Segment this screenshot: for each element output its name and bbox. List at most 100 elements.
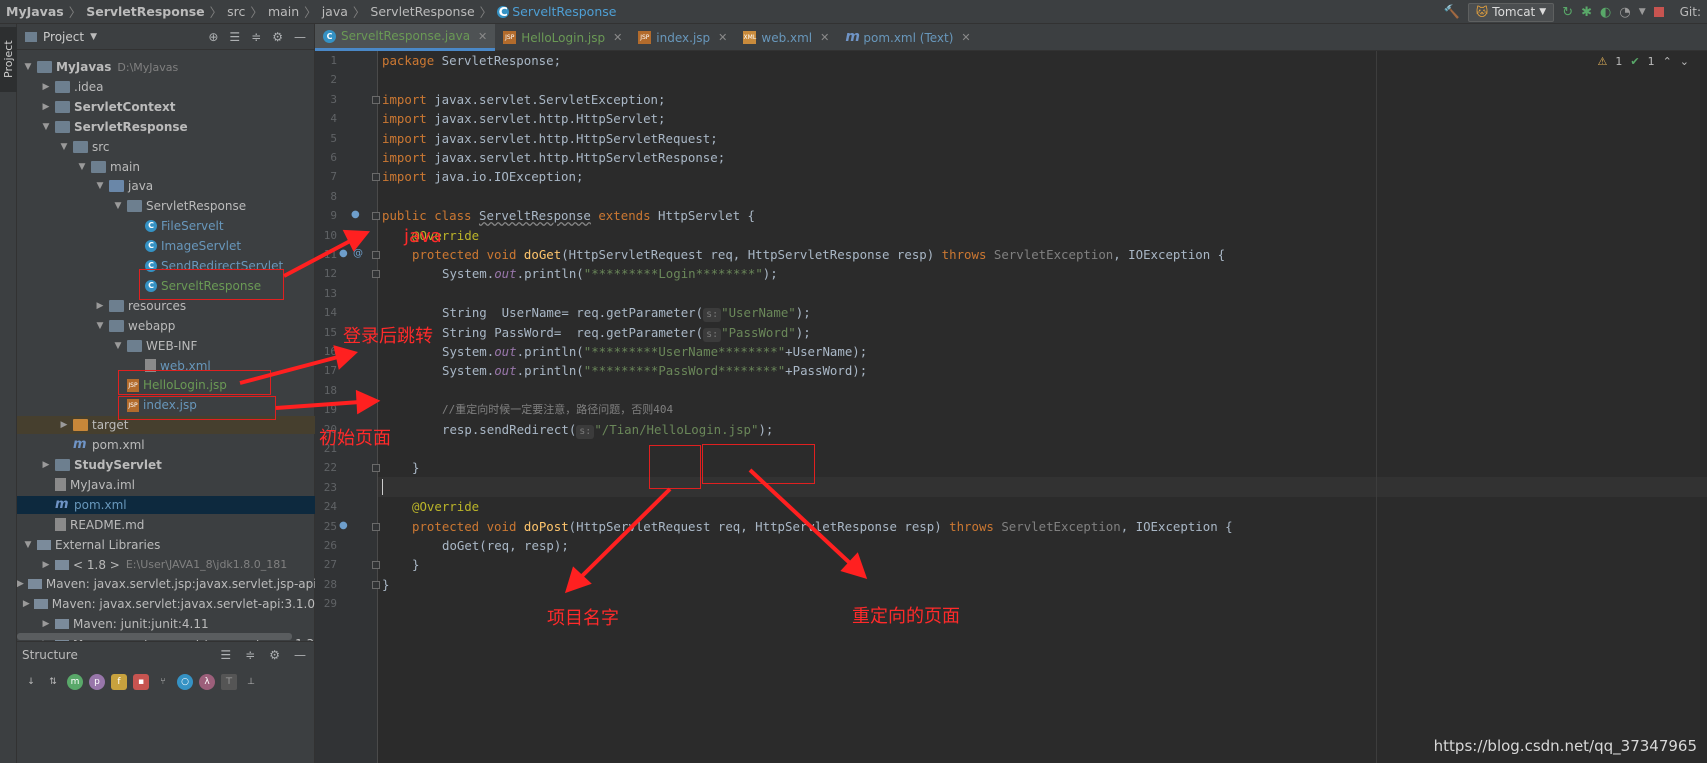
project-view-selector[interactable]: Project (43, 30, 84, 44)
breadcrumb-project[interactable]: MyJavas (6, 4, 64, 19)
tree-item[interactable]: ▶ Maven: junit:junit:4.11 (17, 615, 315, 633)
show-anonymous-icon[interactable]: ○ (177, 674, 193, 690)
locate-target-icon[interactable]: ⊕ (208, 30, 218, 44)
fold-marker-icon[interactable] (372, 251, 380, 259)
minimize-icon[interactable]: — (294, 648, 306, 662)
tree-item[interactable]: ▶ < 1.8 > E:\User\JAVA1_8\jdk1.8.0_181 (17, 556, 315, 574)
code-editor[interactable]: 1 2 3 4 5 6 7 8 9 10 11 12 13 14 15 16 17 18 19 20 21 22 23 24 2… (315, 51, 1707, 763)
expand-all-icon[interactable]: ☰ (229, 30, 240, 44)
fold-marker-icon[interactable] (372, 464, 380, 473)
show-fields-icon[interactable]: f (111, 674, 127, 690)
chevron-down-icon[interactable]: ▼ (77, 162, 87, 172)
stop-icon[interactable] (1653, 7, 1664, 17)
show-inherited-icon[interactable]: ⑂ (155, 674, 171, 690)
coverage-icon[interactable]: ◐ (1600, 5, 1611, 20)
tab-web-xml[interactable]: XML web.xml ✕ (735, 24, 837, 51)
fold-marker-icon[interactable] (372, 522, 380, 531)
tree-item[interactable]: m pom.xml (17, 436, 315, 454)
collapse-all-icon[interactable]: ≑ (245, 648, 255, 662)
fold-marker-icon[interactable] (372, 95, 380, 104)
tree-item[interactable]: ▼ MyJavas D:\MyJavas (17, 58, 315, 76)
breadcrumb-module[interactable]: ServletResponse (86, 4, 204, 19)
chevron-down-icon[interactable]: ▼ (113, 341, 123, 351)
chevron-up-icon[interactable]: ⌃ (1663, 55, 1672, 68)
chevron-right-icon[interactable]: ▶ (41, 82, 51, 92)
rerun-icon[interactable]: ↻ (1562, 5, 1573, 20)
chevron-down-icon[interactable]: ▼ (113, 201, 123, 211)
tree-item[interactable]: MyJava.iml (17, 476, 315, 494)
chevron-down-icon[interactable]: ▼ (41, 122, 51, 132)
close-icon[interactable]: ✕ (820, 31, 829, 44)
tree-item[interactable]: ▼ src (17, 138, 315, 156)
tree-item[interactable]: ▼ java (17, 177, 315, 195)
git-label[interactable]: Git: (1680, 5, 1701, 19)
chevron-down-icon[interactable]: ⌄ (1680, 55, 1689, 68)
tree-item[interactable]: README.md (17, 516, 315, 534)
tab-pom-xml-text[interactable]: m pom.xml (Text) ✕ (837, 24, 978, 51)
tree-item[interactable]: ▼ ServletResponse (17, 118, 315, 136)
sort-alpha-icon[interactable]: ↓ (23, 674, 39, 690)
breadcrumb-class[interactable]: ServeltResponse (512, 4, 616, 19)
run-config-selector[interactable]: 🐱 Tomcat ▼ (1467, 2, 1555, 22)
inspection-widget[interactable]: ⚠ 1 ✔ 1 ⌃ ⌄ (1597, 55, 1689, 68)
override-marker-icon[interactable]: @ (353, 248, 363, 259)
fold-marker-icon[interactable] (372, 561, 380, 570)
breadcrumb-main[interactable]: main (268, 4, 299, 19)
minimize-icon[interactable]: — (294, 30, 306, 44)
debug-bug-icon[interactable]: ✱ (1581, 5, 1592, 20)
gear-icon[interactable]: ⚙ (269, 648, 280, 662)
breadcrumb-java[interactable]: java (322, 4, 348, 19)
tab-hello-login-jsp[interactable]: JSP HelloLogin.jsp ✕ (495, 24, 630, 51)
chevron-down-icon[interactable]: ▼ (23, 62, 33, 72)
more-run-chevron-icon[interactable]: ▼ (1639, 7, 1646, 17)
tab-servelt-response-java[interactable]: C ServeltResponse.java ✕ (315, 24, 496, 51)
editor-gutter[interactable]: 1 2 3 4 5 6 7 8 9 10 11 12 13 14 15 16 17 18 19 20 21 22 23 24 2… (315, 51, 380, 763)
project-tool-tab[interactable]: Project (0, 27, 17, 92)
sort-visibility-icon[interactable]: ⇅ (45, 674, 61, 690)
chevron-down-icon[interactable]: ▼ (95, 181, 105, 191)
chevron-right-icon[interactable]: ▶ (41, 102, 51, 112)
chevron-down-icon[interactable]: ▼ (95, 321, 105, 331)
chevron-right-icon[interactable]: ▶ (41, 460, 51, 470)
autoscroll-to-source-icon[interactable]: ⊤ (221, 674, 237, 690)
tree-item[interactable]: ▶ StudyServlet (17, 456, 315, 474)
tab-index-jsp[interactable]: JSP index.jsp ✕ (630, 24, 735, 51)
tree-item[interactable]: ▶ ServletContext (17, 98, 315, 116)
fold-marker-icon[interactable] (372, 580, 380, 589)
fold-marker-icon[interactable] (372, 270, 380, 279)
tree-item[interactable]: C ImageServlet (17, 237, 315, 255)
fold-marker-icon[interactable] (372, 173, 380, 182)
fold-marker-icon[interactable] (372, 212, 380, 221)
implements-marker-icon[interactable]: ● (339, 520, 348, 531)
chevron-down-icon[interactable]: ▼ (59, 142, 69, 152)
chevron-right-icon[interactable]: ▶ (17, 579, 24, 589)
tree-item[interactable]: ▼ webapp (17, 317, 315, 335)
show-lambdas-icon[interactable]: λ (199, 674, 215, 690)
show-non-public-icon[interactable]: ▪ (133, 674, 149, 690)
show-properties-icon[interactable]: p (89, 674, 105, 690)
close-icon[interactable]: ✕ (613, 31, 622, 44)
chevron-right-icon[interactable]: ▶ (95, 301, 105, 311)
implements-marker-icon[interactable]: ● (339, 248, 348, 259)
tree-item[interactable]: ▶ Maven: javax.servlet:javax.servlet-api:… (17, 595, 315, 613)
gear-icon[interactable]: ⚙ (272, 30, 283, 44)
breadcrumb-package[interactable]: ServletResponse (370, 4, 474, 19)
tree-item[interactable]: ▼ ServletResponse (17, 197, 315, 215)
collapse-all-icon[interactable]: ≑ (251, 30, 261, 44)
tree-item[interactable]: ▼ WEB-INF (17, 337, 315, 355)
horizontal-scrollbar[interactable] (17, 633, 292, 640)
show-methods-icon[interactable]: m (67, 674, 83, 690)
tree-item[interactable]: ▼ External Libraries (17, 536, 315, 554)
chevron-right-icon[interactable]: ▶ (59, 420, 69, 430)
tree-item[interactable]: m pom.xml (17, 495, 315, 514)
close-icon[interactable]: ✕ (718, 31, 727, 44)
build-hammer-icon[interactable]: 🔨 (1444, 5, 1460, 20)
expand-all-icon[interactable]: ☰ (220, 648, 231, 662)
close-icon[interactable]: ✕ (961, 31, 970, 44)
autoscroll-from-source-icon[interactable]: ⊥ (243, 674, 259, 690)
implements-marker-icon[interactable]: ● (351, 209, 360, 220)
breadcrumb-src[interactable]: src (227, 4, 245, 19)
tree-item[interactable]: ▶ Maven: javax.servlet.jsp:javax.servlet.… (17, 575, 315, 593)
close-icon[interactable]: ✕ (478, 30, 487, 43)
chevron-right-icon[interactable]: ▶ (41, 560, 51, 570)
